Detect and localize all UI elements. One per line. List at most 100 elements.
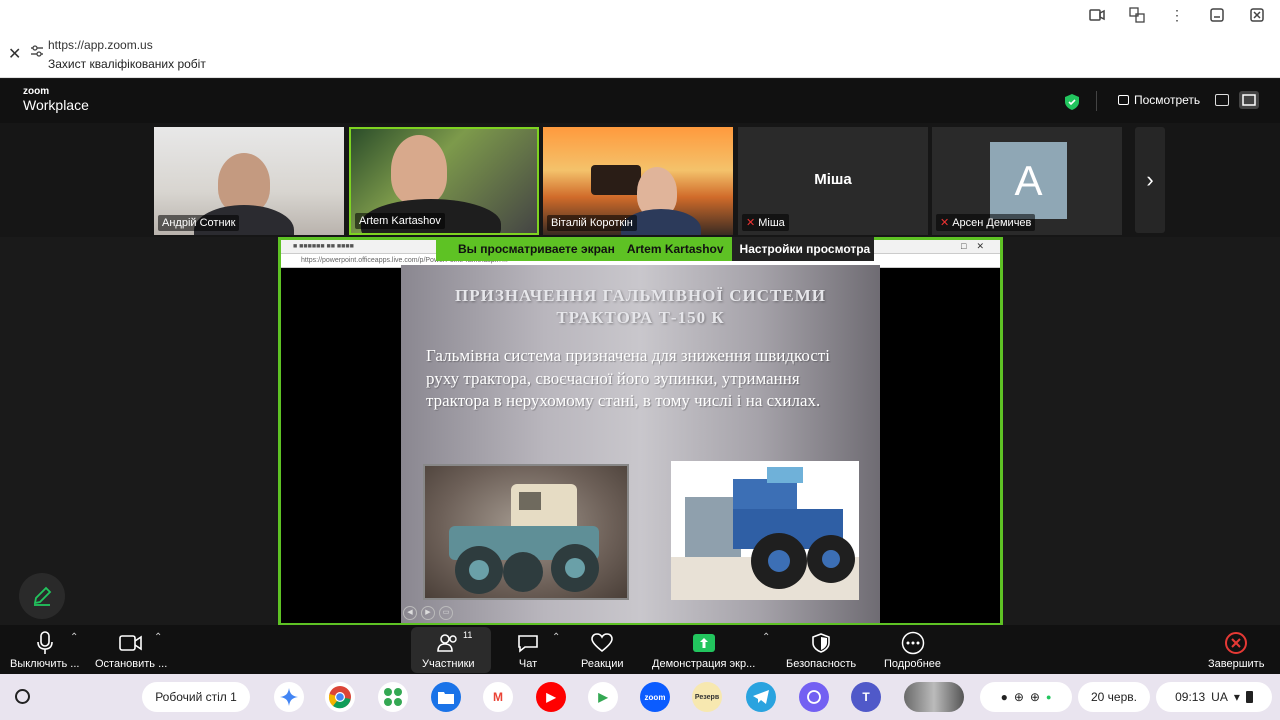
slide-options-icon[interactable]: ▭ — [439, 606, 453, 620]
chevron-up-icon[interactable]: ⌃ — [70, 632, 78, 643]
encryption-shield-icon[interactable] — [1065, 94, 1079, 110]
battery-icon — [1245, 691, 1253, 703]
video-camera-icon — [119, 635, 142, 651]
site-settings-icon[interactable] — [30, 44, 44, 58]
more-horiz-icon — [901, 631, 924, 655]
browser-title-bar: ⋮ — [0, 0, 1280, 30]
presentation-slide: ПРИЗНАЧЕННЯ ГАЛЬМІВНОЇ СИСТЕМИ ТРАКТОРА … — [401, 265, 880, 623]
participant-tile-active-speaker[interactable]: Artem Kartashov — [349, 127, 539, 235]
status-icons-tray[interactable]: ● ⊕ ⊕ ● — [980, 682, 1072, 712]
more-button[interactable]: Подробнее — [884, 628, 941, 677]
gmail-app-icon[interactable]: M — [483, 682, 513, 712]
logo-bottom: Workplace — [23, 97, 89, 113]
view-button[interactable]: Посмотреть — [1118, 93, 1200, 107]
participant-video — [391, 135, 447, 205]
chat-button[interactable]: Чат — [517, 628, 539, 677]
participant-name: ✕ Міша — [742, 214, 789, 231]
tractor-background — [591, 165, 641, 195]
chevron-up-icon[interactable]: ⌃ — [552, 632, 560, 643]
keep-app-icon[interactable]: Резерв — [692, 682, 722, 712]
security-label: Безопасность — [786, 658, 857, 670]
fullscreen-icon[interactable] — [1239, 91, 1259, 109]
minimize-video-icon[interactable] — [1215, 94, 1229, 106]
prev-slide-icon[interactable]: ◀ — [403, 606, 417, 620]
chat-bubble-icon: ● — [1000, 690, 1008, 704]
more-label: Подробнее — [884, 658, 942, 670]
participant-name: ✕ Арсен Демичев — [936, 214, 1036, 231]
end-label: Завершить — [1208, 658, 1265, 670]
chat-label: Чат — [518, 658, 538, 670]
annotate-pencil-icon[interactable] — [19, 573, 65, 619]
telegram-app-icon[interactable] — [746, 682, 776, 712]
mic-muted-icon: ✕ — [940, 217, 950, 229]
shared-window-controls: □✕ — [961, 241, 994, 251]
next-page-chevron-icon[interactable]: › — [1135, 127, 1165, 233]
slide-navigation: ◀ ▶ ▭ — [403, 606, 453, 620]
system-tray[interactable]: 09:13 UA ▾ — [1156, 682, 1272, 712]
reactions-label: Реакции — [581, 658, 624, 670]
end-call-icon — [1225, 632, 1248, 654]
notification-plus-icon: ⊕ — [1029, 690, 1040, 704]
participant-name: Artem Kartashov — [355, 213, 445, 229]
gemini-app-icon[interactable] — [274, 682, 304, 712]
logo-top: zoom — [23, 86, 50, 97]
files-app-icon[interactable] — [431, 682, 461, 712]
input-method-text: UA — [1211, 690, 1228, 704]
zoom-logo: zoom Workplace — [23, 86, 89, 114]
play-slide-icon[interactable]: ▶ — [421, 606, 435, 620]
launcher-icon[interactable] — [15, 689, 30, 704]
participant-name: Андрій Сотник — [158, 215, 240, 231]
participant-video — [218, 153, 270, 213]
chrome-app-icon[interactable] — [325, 682, 355, 712]
close-icon[interactable]: ✕ — [8, 44, 21, 64]
status-dot-icon: ● — [1045, 692, 1052, 702]
security-button[interactable]: Безопасность — [786, 628, 856, 677]
end-meeting-button[interactable]: Завершить — [1208, 628, 1264, 677]
view-label: Посмотреть — [1134, 93, 1201, 107]
participants-count: 11 — [463, 630, 473, 640]
slide-title: ПРИЗНАЧЕННЯ ГАЛЬМІВНОЇ СИСТЕМИ ТРАКТОРА … — [454, 286, 826, 327]
participant-tile[interactable]: Міша ✕ Міша — [738, 127, 928, 235]
page-title: Захист кваліфікованих робіт — [48, 57, 206, 71]
slide-body: Гальмівна система призначена для зниженн… — [426, 346, 831, 410]
participant-strip: Андрій Сотник Artem Kartashov Віталій Ко… — [0, 123, 1280, 237]
chevron-up-icon[interactable]: ⌃ — [154, 632, 162, 643]
teams-app-icon[interactable]: T — [851, 682, 881, 712]
more-vert-icon[interactable]: ⋮ — [1168, 6, 1186, 24]
url-text[interactable]: https://app.zoom.us — [48, 38, 153, 52]
participant-name: Віталій Короткін — [547, 215, 637, 231]
view-settings-button[interactable]: Настройки просмотра — [731, 237, 875, 261]
zoom-app-icon[interactable]: zoom — [640, 682, 670, 712]
wifi-icon: ▾ — [1233, 690, 1240, 704]
youtube-app-icon[interactable]: ▶ — [536, 682, 566, 712]
chevron-up-icon[interactable]: ⌃ — [762, 632, 770, 643]
viewing-prefix: Вы просматриваете экран — [436, 237, 621, 261]
participant-center-name: Міша — [814, 171, 852, 188]
mute-label: Выключить ... — [10, 658, 80, 670]
chat-icon — [518, 635, 538, 653]
share-arrow-icon — [692, 634, 715, 652]
viber-app-icon[interactable] — [799, 682, 829, 712]
header-separator — [1096, 91, 1097, 111]
play-store-app-icon[interactable]: ▶ — [588, 682, 618, 712]
participant-tile[interactable]: Андрій Сотник — [154, 127, 344, 235]
recent-windows-preview[interactable] — [904, 682, 964, 712]
apps-app-icon[interactable] — [378, 682, 408, 712]
share-label: Демонстрация экр... — [652, 658, 756, 670]
participant-tile[interactable]: Віталій Короткін — [543, 127, 733, 235]
viewing-banner: Вы просматриваете экран Artem Kartashov … — [436, 237, 875, 261]
desk-switcher[interactable]: Робочий стіл 1 — [142, 682, 250, 712]
meeting-toolbar — [0, 625, 1280, 674]
camera-icon[interactable] — [1088, 6, 1106, 24]
date-pill[interactable]: 20 черв. — [1078, 682, 1150, 712]
heart-icon — [591, 633, 614, 653]
participant-tile[interactable]: A ✕ Арсен Демичев — [932, 127, 1122, 235]
notification-plus-icon: ⊕ — [1013, 690, 1024, 704]
share-screen-button[interactable]: Демонстрация экр... — [652, 628, 755, 677]
close-window-icon[interactable] — [1248, 6, 1266, 24]
minimize-icon[interactable] — [1208, 6, 1226, 24]
gallery-view-icon — [1118, 95, 1129, 105]
tractor-photo-2 — [671, 461, 859, 600]
translate-icon[interactable] — [1128, 6, 1146, 24]
reactions-button[interactable]: Реакции — [581, 628, 624, 677]
